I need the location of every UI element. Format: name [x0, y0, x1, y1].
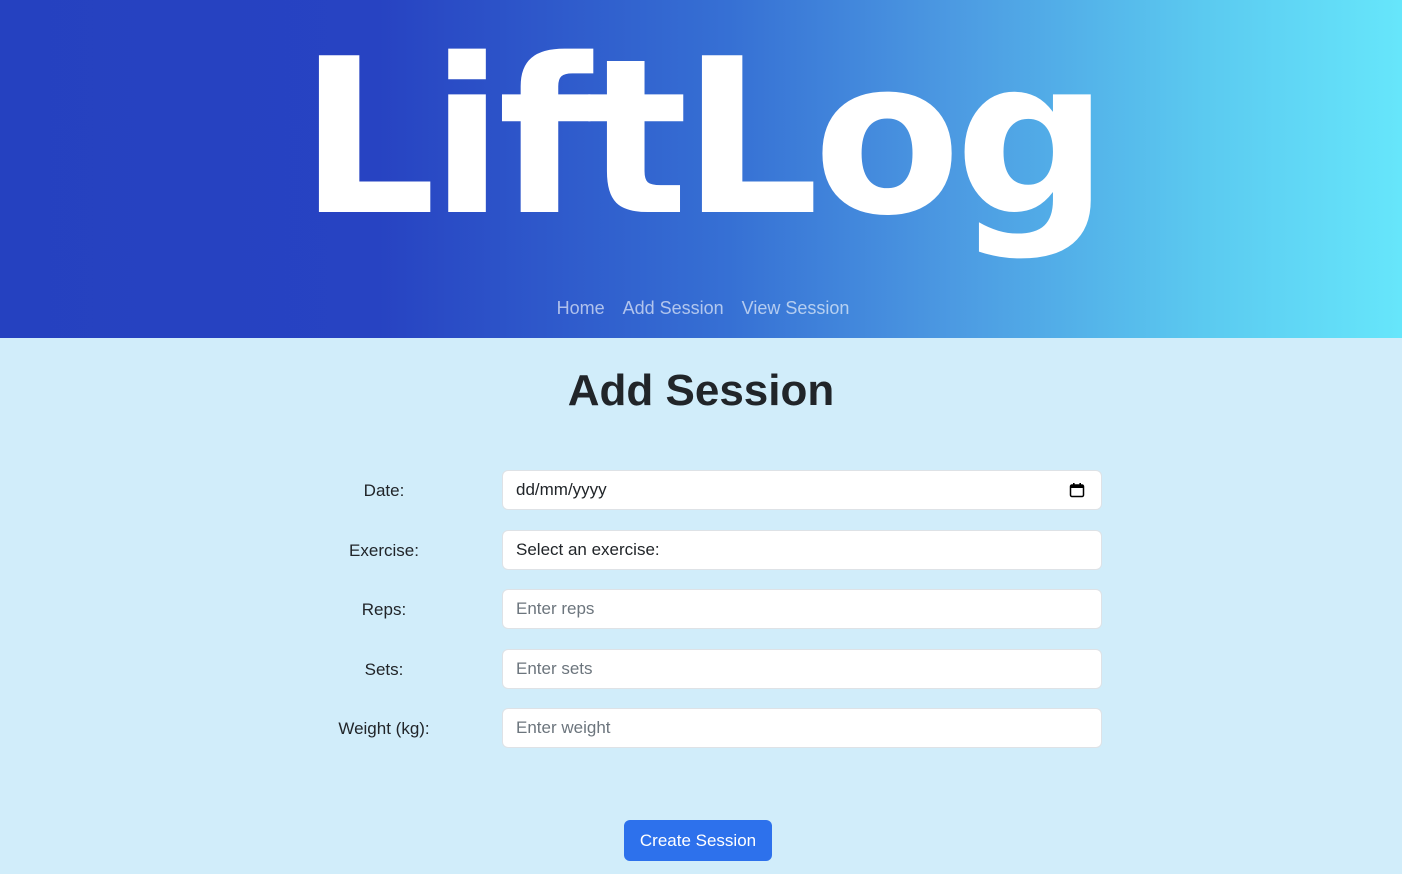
sets-input[interactable]: [502, 649, 1102, 689]
reps-row: Reps:: [0, 589, 1402, 631]
date-row: Date: dd/mm/yyyy: [0, 470, 1402, 512]
date-label: Date:: [363, 481, 405, 500]
page-title: Add Session: [567, 366, 835, 415]
site-logo[interactable]: LiftLog: [0, 8, 1402, 268]
calendar-icon[interactable]: [1069, 482, 1085, 498]
exercise-select[interactable]: Select an exercise:: [502, 530, 1102, 570]
weight-row: Weight (kg):: [0, 708, 1402, 750]
nav-link-home[interactable]: Home: [557, 296, 605, 320]
exercise-row: Exercise: Select an exercise:: [0, 530, 1402, 572]
reps-label: Reps:: [361, 600, 407, 619]
sets-label: Sets:: [364, 660, 404, 679]
site-header: LiftLog Home Add Session View Session: [0, 0, 1402, 338]
weight-label: Weight (kg):: [338, 719, 430, 738]
create-session-button[interactable]: Create Session: [624, 820, 772, 861]
weight-input[interactable]: [502, 708, 1102, 748]
exercise-select-value: Select an exercise:: [516, 540, 660, 559]
nav-link-view-session[interactable]: View Session: [742, 296, 850, 320]
date-input-value: dd/mm/yyyy: [516, 480, 607, 499]
exercise-label: Exercise:: [349, 541, 419, 560]
reps-input[interactable]: [502, 589, 1102, 629]
nav-link-add-session[interactable]: Add Session: [623, 296, 724, 320]
main-nav: Home Add Session View Session: [0, 296, 1402, 320]
date-input[interactable]: dd/mm/yyyy: [502, 470, 1102, 510]
sets-row: Sets:: [0, 649, 1402, 691]
